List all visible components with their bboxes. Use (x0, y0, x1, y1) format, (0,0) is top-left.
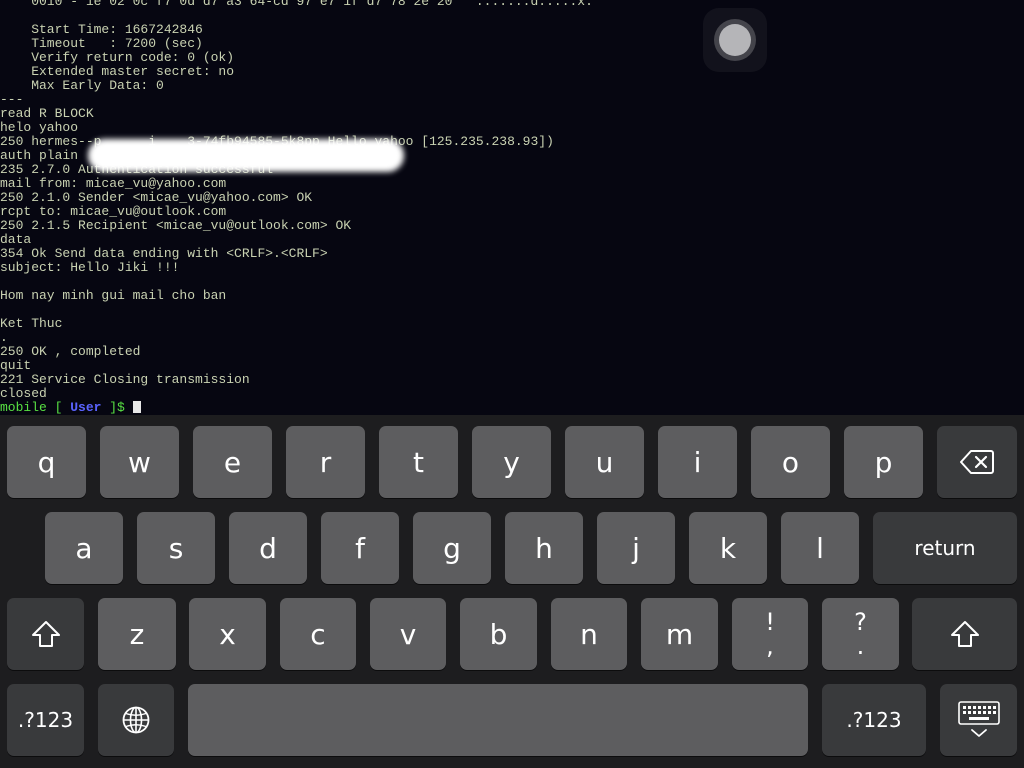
key-v[interactable]: v (370, 598, 446, 670)
terminal-line: closed (0, 386, 47, 401)
terminal-line: read R BLOCK (0, 106, 94, 121)
shift-left-key[interactable] (7, 598, 84, 670)
prompt-suffix: ]$ (101, 400, 133, 415)
terminal-line: . (0, 330, 8, 345)
numbers-left-key[interactable]: .?123 (7, 684, 84, 756)
key-o[interactable]: o (751, 426, 830, 498)
terminal-output[interactable]: 0010 - 1e 02 0c f7 0d d7 a3 64-cd 97 e7 … (0, 0, 1024, 415)
terminal-line: Extended master secret: no (0, 64, 235, 79)
shift-icon (31, 620, 61, 648)
key-k[interactable]: k (689, 512, 767, 584)
key-exclamation-comma[interactable]: ! , (732, 598, 808, 670)
key-question-label: ? (854, 608, 867, 636)
terminal-line: data (0, 232, 32, 247)
terminal-line: Timeout : 7200 (sec) (0, 36, 203, 51)
terminal-line: quit (0, 358, 32, 373)
shell-prompt[interactable]: mobile [ User ]$ (0, 401, 1024, 415)
backspace-icon (960, 449, 994, 475)
text-cursor (132, 401, 141, 413)
key-question-period[interactable]: ? . (822, 598, 899, 670)
backspace-key[interactable] (937, 426, 1017, 498)
terminal-line: Start Time: 1667242846 (0, 22, 203, 37)
prompt-prefix: mobile [ (0, 400, 71, 415)
prompt-user: User (70, 400, 102, 415)
key-g[interactable]: g (413, 512, 491, 584)
globe-key[interactable] (98, 684, 174, 756)
key-h[interactable]: h (505, 512, 583, 584)
terminal-line: 250 2.1.0 Sender <micae_vu@yahoo.com> OK (0, 190, 313, 205)
numbers-right-key[interactable]: .?123 (822, 684, 926, 756)
terminal-line: Verify return code: 0 (ok) (0, 50, 235, 65)
on-screen-keyboard: q w e r t y u i o p a s d f g h j k l re… (0, 415, 1024, 768)
terminal-line: Max Early Data: 0 (0, 78, 164, 93)
key-exclamation-label: ! (765, 608, 775, 636)
key-w[interactable]: w (100, 426, 179, 498)
terminal-lines: 0010 - 1e 02 0c f7 0d d7 a3 64-cd 97 e7 … (0, 0, 1024, 415)
key-comma-label: , (766, 632, 774, 660)
key-e[interactable]: e (193, 426, 272, 498)
key-r[interactable]: r (286, 426, 365, 498)
key-d[interactable]: d (229, 512, 307, 584)
space-key[interactable] (188, 684, 808, 756)
key-m[interactable]: m (641, 598, 718, 670)
key-q[interactable]: q (7, 426, 86, 498)
terminal-line: mail from: micae_vu@yahoo.com (0, 176, 227, 191)
key-b[interactable]: b (460, 598, 537, 670)
key-l[interactable]: l (781, 512, 859, 584)
assistive-touch-icon (719, 24, 751, 56)
shift-icon (950, 620, 980, 648)
shift-right-key[interactable] (912, 598, 1017, 670)
return-key[interactable]: return (873, 512, 1017, 584)
assistive-touch-button[interactable] (703, 8, 767, 72)
keyboard-dismiss-icon (957, 701, 1000, 739)
terminal-line: 354 Ok Send data ending with <CRLF>.<CRL… (0, 246, 328, 261)
keyboard-dismiss-key[interactable] (940, 684, 1017, 756)
key-period-label: . (856, 632, 865, 660)
terminal-line: Hom nay minh gui mail cho ban (0, 288, 227, 303)
key-y[interactable]: y (472, 426, 551, 498)
key-z[interactable]: z (98, 598, 176, 670)
terminal-line: subject: Hello Jiki !!! (0, 260, 180, 275)
terminal-line: Ket Thuc (0, 316, 63, 331)
terminal-line: 250 OK , completed (0, 344, 141, 359)
terminal-line: helo yahoo (0, 120, 79, 135)
redaction-mark (88, 139, 404, 172)
key-j[interactable]: j (597, 512, 675, 584)
key-x[interactable]: x (189, 598, 266, 670)
key-u[interactable]: u (565, 426, 644, 498)
key-t[interactable]: t (379, 426, 458, 498)
key-p[interactable]: p (844, 426, 923, 498)
key-c[interactable]: c (280, 598, 356, 670)
globe-icon (121, 705, 151, 735)
terminal-line: --- (0, 92, 24, 107)
key-i[interactable]: i (658, 426, 737, 498)
key-s[interactable]: s (137, 512, 215, 584)
terminal-line: 250 2.1.5 Recipient <micae_vu@outlook.co… (0, 218, 352, 233)
key-a[interactable]: a (45, 512, 123, 584)
key-n[interactable]: n (551, 598, 627, 670)
key-f[interactable]: f (321, 512, 399, 584)
terminal-line: 0010 - 1e 02 0c f7 0d d7 a3 64-cd 97 e7 … (0, 0, 593, 9)
terminal-line: rcpt to: micae_vu@outlook.com (0, 204, 227, 219)
terminal-line: 221 Service Closing transmission (0, 372, 250, 387)
